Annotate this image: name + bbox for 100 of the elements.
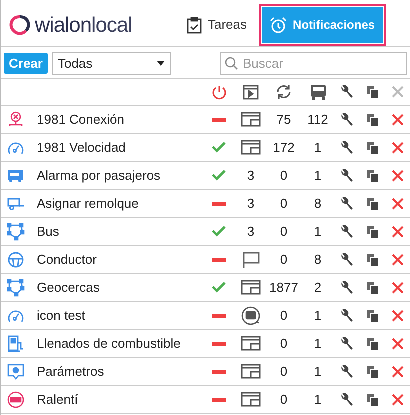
delete-icon[interactable] — [392, 142, 404, 154]
table-cell-text: 3 — [247, 166, 255, 185]
notification-name[interactable]: Ralentí — [31, 390, 202, 410]
dash-icon[interactable] — [212, 342, 226, 346]
dash-icon[interactable] — [212, 398, 226, 402]
alarm-clock-icon — [270, 16, 288, 34]
check-icon[interactable] — [212, 142, 226, 153]
table-cell-text: 0 — [280, 334, 288, 353]
notification-name[interactable]: Alarma por pasajeros — [31, 166, 202, 186]
copy-icon[interactable] — [366, 168, 380, 182]
refresh-icon — [276, 84, 292, 100]
delete-icon[interactable] — [392, 198, 404, 210]
check-icon[interactable] — [212, 170, 226, 181]
delete-icon[interactable] — [392, 338, 404, 350]
dash-icon[interactable] — [212, 118, 226, 122]
copy-icon[interactable] — [366, 308, 380, 322]
dash-icon[interactable] — [212, 314, 226, 318]
wrench-icon[interactable] — [340, 196, 354, 210]
table-cell-text: 0 — [280, 362, 288, 381]
table-cell-text: 2 — [314, 278, 322, 297]
table-cell-text: 0 — [280, 250, 288, 269]
table-cell-text: 0 — [280, 390, 288, 409]
power-icon — [212, 84, 226, 100]
copy-icon[interactable] — [366, 336, 380, 350]
table-cell-text: 3 — [247, 222, 255, 241]
wrench-icon[interactable] — [340, 252, 354, 266]
stop-sign-icon — [7, 390, 25, 408]
notification-name[interactable]: Llenados de combustible — [31, 334, 202, 354]
copy-icon[interactable] — [366, 280, 380, 294]
table-cell-text: 0 — [280, 306, 288, 325]
flag-icon — [242, 252, 260, 268]
notification-name[interactable]: Geocercas — [31, 278, 202, 298]
table-cell-text: 1 — [314, 306, 322, 325]
wrench-icon[interactable] — [340, 392, 354, 406]
table-cell-text: 0 — [280, 222, 288, 241]
tab[interactable]: Tareas — [179, 7, 256, 43]
dash-icon[interactable] — [212, 370, 226, 374]
delete-icon[interactable] — [392, 114, 404, 126]
notification-name[interactable]: 1981 Conexión — [31, 110, 202, 130]
delete-icon[interactable] — [392, 282, 404, 294]
copy-icon[interactable] — [366, 364, 380, 378]
notification-name[interactable]: Parámetros — [31, 362, 202, 382]
wrench-icon[interactable] — [340, 308, 354, 322]
delete-icon[interactable] — [392, 170, 404, 182]
dash-icon[interactable] — [212, 258, 226, 262]
logo-icon — [9, 14, 31, 36]
delete-icon[interactable] — [392, 310, 404, 322]
dash-icon[interactable] — [212, 202, 226, 206]
check-icon[interactable] — [212, 282, 226, 293]
wrench-icon[interactable] — [340, 140, 354, 154]
window-icon — [241, 364, 261, 379]
wrench-icon[interactable] — [340, 280, 354, 294]
notification-name[interactable]: Conductor — [31, 250, 202, 270]
wrench-icon[interactable] — [340, 364, 354, 378]
steering-wheel-icon — [7, 250, 25, 268]
wrench-icon[interactable] — [340, 85, 354, 99]
copy-icon[interactable] — [366, 112, 380, 126]
wrench-icon[interactable] — [340, 336, 354, 350]
polygon-icon — [7, 278, 25, 296]
table-cell-text: 1 — [314, 138, 322, 157]
polygon-icon — [7, 222, 25, 240]
table-cell-text: 3 — [247, 194, 255, 213]
table-cell-text: 0 — [280, 194, 288, 213]
copy-icon[interactable] — [366, 224, 380, 238]
window-icon — [241, 280, 261, 295]
check-icon[interactable] — [212, 226, 226, 237]
window-icon — [241, 140, 261, 155]
delete-icon[interactable] — [392, 394, 404, 406]
wrench-icon[interactable] — [340, 224, 354, 238]
copy-icon[interactable] — [366, 392, 380, 406]
window-icon — [241, 392, 261, 407]
copy-icon[interactable] — [366, 85, 380, 99]
table-cell-text: 112 — [308, 110, 328, 129]
logo-text: wialonlocal — [35, 14, 132, 36]
table-cell-text: 1 — [314, 222, 322, 241]
search-field[interactable]: Buscar — [220, 52, 407, 75]
window-play-icon — [243, 84, 259, 100]
notification-name[interactable]: icon test — [31, 306, 202, 326]
bus-icon — [310, 84, 326, 100]
dropdown-caret-icon — [156, 61, 165, 66]
delete-icon[interactable] — [392, 226, 404, 238]
delete-icon[interactable] — [392, 254, 404, 266]
notification-name[interactable]: Asignar remolque — [31, 194, 202, 214]
notification-name[interactable]: Bus — [31, 222, 202, 242]
table-cell-text: 1 — [314, 166, 322, 185]
table-cell-text: 172 — [273, 138, 295, 157]
notification-name[interactable]: 1981 Velocidad — [31, 138, 202, 158]
copy-icon[interactable] — [366, 196, 380, 210]
filter-dropdown[interactable]: Todas — [52, 52, 171, 75]
wrench-icon[interactable] — [340, 112, 354, 126]
delete-icon[interactable] — [392, 366, 404, 378]
fuel-pump-icon — [7, 334, 25, 352]
table-cell-text: 1 — [314, 362, 322, 381]
wrench-icon[interactable] — [340, 168, 354, 182]
table-cell-text: 75 — [276, 110, 292, 129]
search-icon — [225, 57, 238, 70]
copy-icon[interactable] — [366, 252, 380, 266]
copy-icon[interactable] — [366, 140, 380, 154]
vehicle-icon — [241, 306, 261, 326]
table-cell-text: 1 — [314, 334, 322, 353]
